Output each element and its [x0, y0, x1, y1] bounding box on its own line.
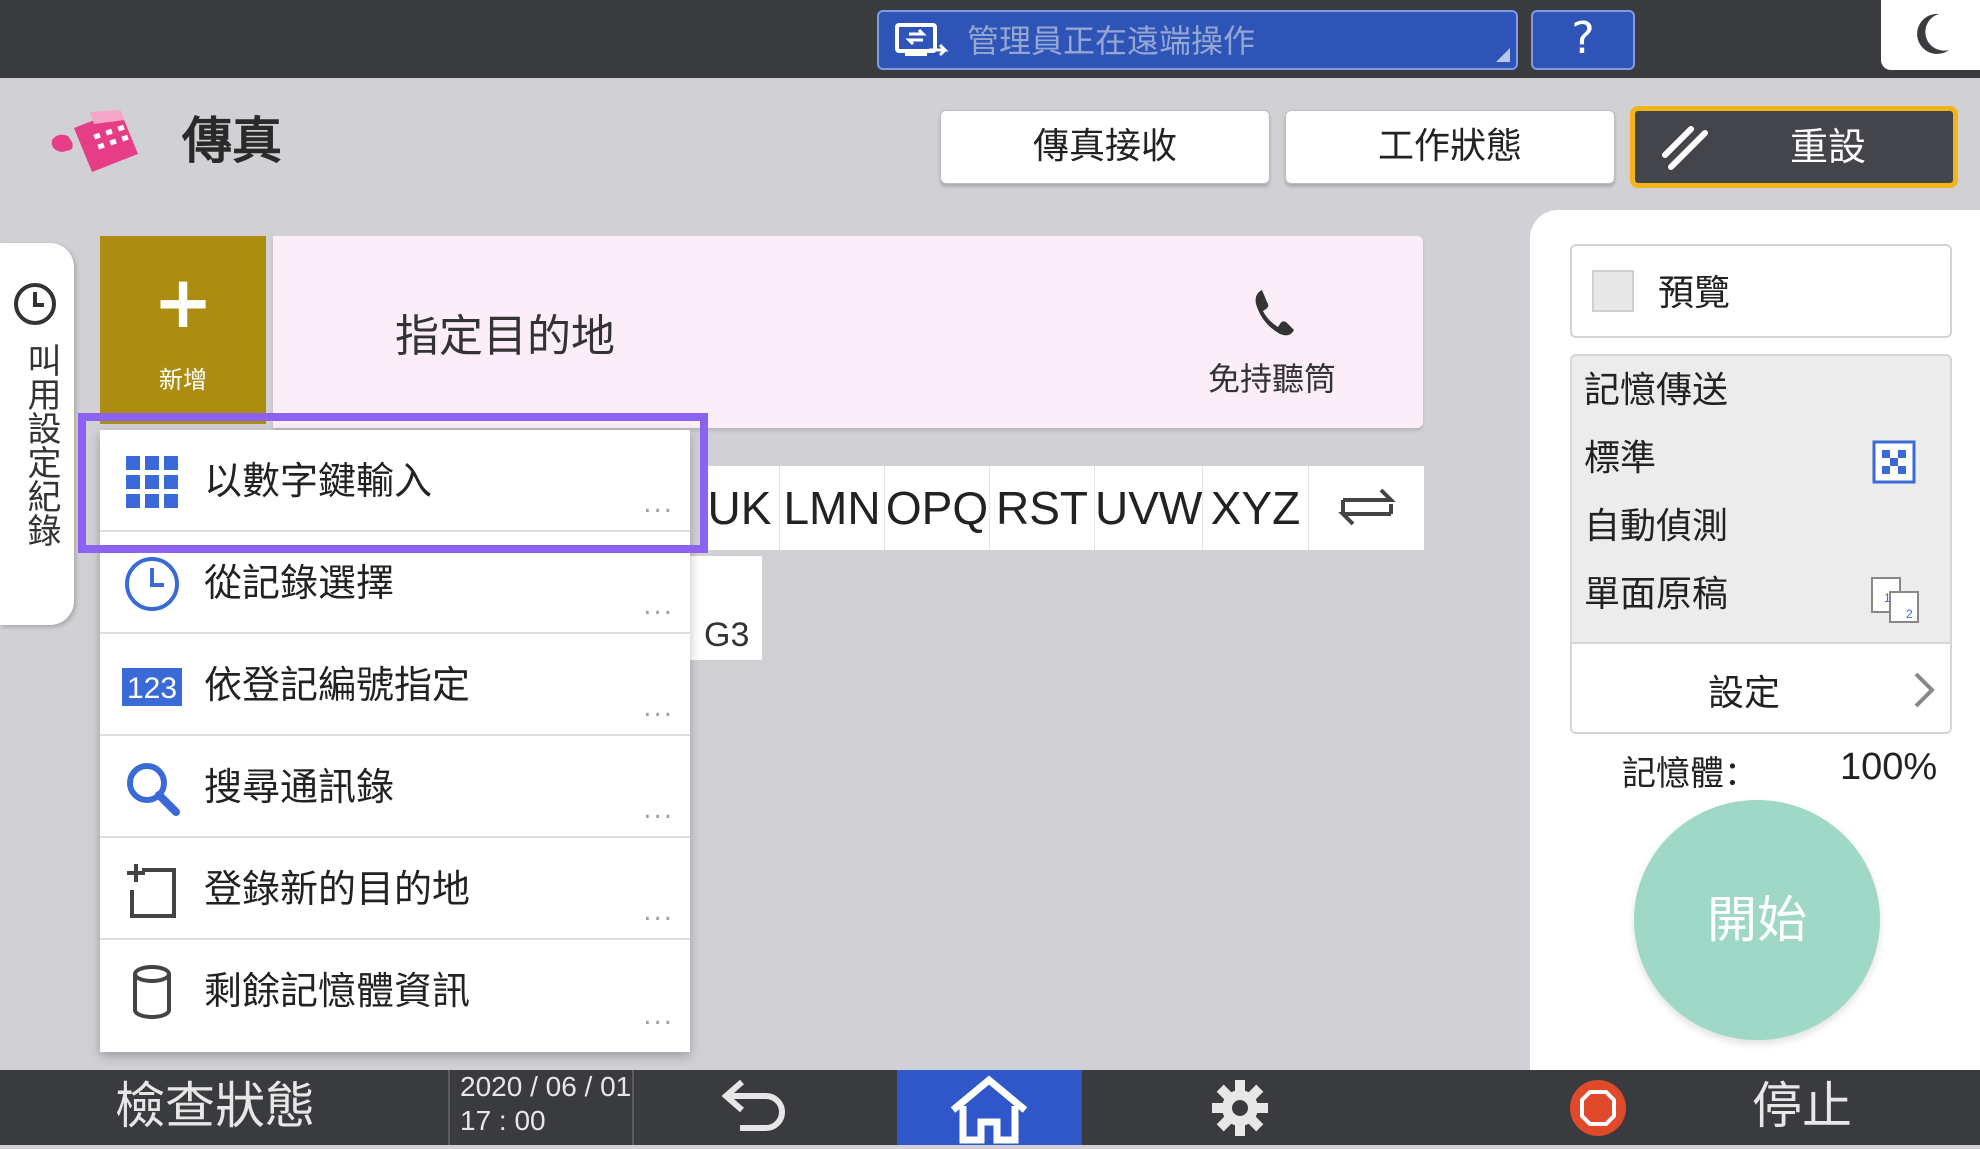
settings-button[interactable]: 設定: [1572, 642, 1950, 732]
clock-icon: [125, 557, 179, 611]
add-destination-icon: [127, 864, 176, 918]
setting-transmission-mode: 記憶傳送: [1584, 370, 1729, 411]
preview-checkbox[interactable]: [1592, 270, 1634, 312]
top-status-bar: 管理員正在遠端操作 ?: [0, 0, 1980, 78]
stop-label: 停止: [1752, 1077, 1852, 1135]
switch-index-button[interactable]: [1309, 466, 1424, 550]
selection-highlight: [78, 413, 708, 553]
date-time-display: 2020 / 06 / 01 17 : 00: [448, 1070, 634, 1145]
menu-item-remaining-memory-info[interactable]: 剩餘記憶體資訊 ...: [100, 940, 690, 1042]
menu-item-register-new-destination[interactable]: 登錄新的目的地 ...: [100, 838, 690, 940]
memory-value: 100%: [1840, 746, 1938, 788]
reset-slash-icon: [1662, 126, 1708, 170]
fax-receive-button[interactable]: 傳真接收: [940, 110, 1270, 184]
back-arrow-icon: [721, 1079, 785, 1131]
job-status-button[interactable]: 工作狀態: [1285, 110, 1615, 184]
menu-item-label: 登錄新的目的地: [204, 867, 471, 911]
line-type-cell: G3: [690, 556, 762, 660]
menu-item-label: 剩餘記憶體資訊: [204, 969, 471, 1013]
page-title: 傳真: [182, 112, 282, 170]
recall-history-label: 叫用設定紀錄: [21, 343, 61, 547]
reset-button[interactable]: 重設: [1630, 106, 1958, 188]
memory-label: 記憶體：: [1622, 754, 1758, 794]
chevron-right-icon: [1914, 672, 1935, 708]
destination-field[interactable]: 指定目的地 免持聽筒: [273, 236, 1423, 428]
recall-history-tab[interactable]: 叫用設定紀錄: [0, 243, 74, 625]
index-tab-uvw[interactable]: UVW: [1095, 466, 1203, 550]
search-icon: [127, 763, 180, 816]
index-tab-lmn[interactable]: LMN: [780, 466, 885, 550]
plus-icon: +: [152, 260, 214, 344]
current-settings-box: 記憶傳送 標準 自動偵測 單面原稿 1 2 設定: [1570, 354, 1952, 734]
moon-icon: [1917, 13, 1949, 54]
add-destination-button[interactable]: + 新增: [100, 236, 266, 424]
index-tab-uk[interactable]: UK: [700, 466, 780, 550]
preview-label: 預覽: [1658, 273, 1731, 314]
setting-resolution: 標準: [1584, 438, 1657, 479]
svg-text:2: 2: [1906, 607, 1913, 621]
line-type-label: G3: [704, 616, 750, 654]
check-status-button[interactable]: 檢查狀態: [115, 1070, 315, 1142]
more-icon: ...: [643, 1001, 674, 1031]
memory-cylinder-icon: [133, 965, 171, 1019]
energy-saver-button[interactable]: [1881, 0, 1980, 70]
number-123-text: 123: [127, 672, 177, 705]
menu-item-search-address-book[interactable]: 搜尋通訊錄 ...: [100, 736, 690, 838]
index-tab-rst[interactable]: RST: [990, 466, 1095, 550]
resolution-standard-icon: [1872, 440, 1916, 484]
settings-button-label: 設定: [1708, 673, 1781, 714]
number-123-icon: 123: [122, 668, 182, 706]
more-icon: ...: [643, 795, 674, 825]
settings-gear-button[interactable]: [1195, 1070, 1285, 1145]
fax-app-icon: [51, 110, 138, 172]
setting-original-sides: 單面原稿: [1584, 574, 1729, 615]
stop-button[interactable]: 停止: [1530, 1070, 1980, 1145]
menu-item-label: 搜尋通訊錄: [204, 765, 395, 809]
right-settings-panel: 預覽 記憶傳送 標準 自動偵測 單面原稿 1 2 設定 記憶體： 100% 開始: [1530, 210, 1980, 1070]
remote-operation-icon: [895, 23, 949, 57]
stop-icon: [1570, 1080, 1626, 1136]
destination-label: 指定目的地: [395, 311, 615, 362]
remote-status-text: 管理員正在遠端操作: [967, 22, 1256, 60]
single-sided-original-icon: 1 2: [1871, 577, 1919, 623]
home-icon: [950, 1075, 1028, 1144]
preview-toggle[interactable]: 預覽: [1570, 244, 1952, 338]
handsfree-button[interactable]: 免持聽筒: [1208, 354, 1336, 400]
more-icon: ...: [643, 693, 674, 723]
setting-density: 自動偵測: [1584, 506, 1729, 547]
clock-icon: [14, 283, 56, 325]
date-text: 2020 / 06 / 01: [460, 1071, 632, 1102]
more-icon: ...: [643, 897, 674, 927]
menu-item-registration-number[interactable]: 123 依登記編號指定 ...: [100, 634, 690, 736]
phone-icon: [1255, 290, 1294, 336]
time-text: 17 : 00: [460, 1105, 546, 1136]
expand-corner-icon: [1496, 48, 1510, 62]
start-button[interactable]: 開始: [1634, 800, 1880, 1040]
help-button[interactable]: ?: [1531, 10, 1635, 70]
remote-operation-banner[interactable]: 管理員正在遠端操作: [877, 10, 1518, 70]
address-book-index-bar: UK LMN OPQ RST UVW XYZ: [700, 466, 1424, 550]
menu-item-label: 依登記編號指定: [204, 663, 471, 707]
more-icon: ...: [643, 591, 674, 621]
index-tab-opq[interactable]: OPQ: [885, 466, 990, 550]
gear-icon: [1212, 1080, 1268, 1136]
swap-arrows-icon: [1338, 488, 1396, 526]
reset-label: 重設: [1790, 125, 1867, 169]
bottom-navigation-bar: 檢查狀態 2020 / 06 / 01 17 : 00 停止: [0, 1070, 1980, 1145]
home-button[interactable]: [897, 1070, 1082, 1145]
back-button[interactable]: [700, 1070, 800, 1145]
svg-text:1: 1: [1884, 591, 1891, 605]
add-label: 新增: [159, 366, 207, 394]
index-tab-xyz[interactable]: XYZ: [1203, 466, 1309, 550]
menu-item-label: 從記錄選擇: [204, 561, 395, 605]
